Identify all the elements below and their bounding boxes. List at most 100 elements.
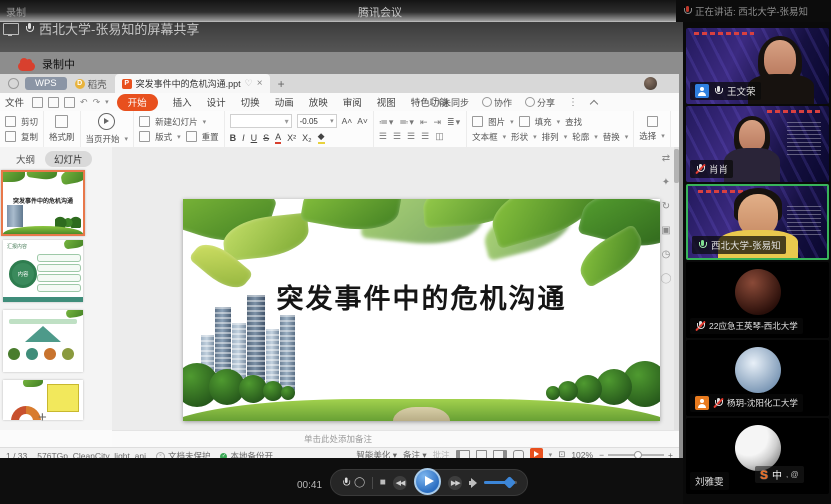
superscript-button[interactable]: X² [287,133,296,143]
add-slide-button[interactable]: + [38,409,47,426]
theme-icon[interactable] [513,450,524,459]
align-center-icon[interactable]: ☰ [393,131,402,142]
participant-tile-4[interactable]: 22应急王英琴-西北大学 [686,262,829,338]
window-menu-icon[interactable] [8,78,19,89]
file-menu[interactable]: 文件 [5,95,24,109]
wps-home-button[interactable]: WPS [25,77,67,90]
decrease-font-icon[interactable]: A˅ [357,116,368,126]
cut-button[interactable]: 剪切 [21,116,38,128]
tab-slideshow[interactable]: 放映 [309,95,328,109]
slideshow-play-button[interactable] [530,448,543,458]
refresh-icon[interactable]: ↻ [662,201,670,212]
play-button[interactable] [414,468,441,495]
picture-button[interactable]: 图片 [488,116,505,128]
zoom-out-icon[interactable]: − [599,450,604,459]
canvas-scrollbar[interactable] [674,147,679,430]
tab-transition[interactable]: 切换 [241,95,260,109]
backup-status[interactable]: ✓本地备份开 [220,450,273,458]
notes-button[interactable]: 备注 ▾ [403,449,427,459]
favorite-icon[interactable]: ♡ [245,78,253,89]
indent-decrease-icon[interactable]: ⇤ [420,117,429,128]
slide-sorter-icon[interactable] [476,450,487,459]
share-button[interactable]: 分享 [525,96,555,109]
notes-bar[interactable]: 单击此处添加备注 [112,430,679,447]
zoom-in-icon[interactable]: + [668,450,673,459]
tab-design[interactable]: 设计 [207,95,226,109]
sync-status[interactable]: 未同步 [430,96,469,109]
insert-image-icon[interactable]: ▣ [661,225,670,236]
strikethrough-button[interactable]: S [263,133,269,143]
italic-button[interactable]: I [242,133,245,143]
zoom-slider[interactable]: − + [599,450,673,459]
bullet-list-icon[interactable]: ≔▾ [379,117,395,128]
format-painter-button[interactable]: 格式刷 [49,131,75,143]
volume-knob[interactable] [503,476,516,489]
play-slideshow-icon[interactable] [98,113,115,130]
fill-icon[interactable] [519,116,530,127]
select-icon[interactable] [647,116,658,127]
copy-button[interactable]: 复制 [21,131,38,143]
layout-icon[interactable] [139,131,150,142]
undo-icon[interactable]: ↶ [80,97,88,108]
font-size-select[interactable]: -0.05▾ [297,114,337,128]
justify-icon[interactable]: ☰ [421,131,430,142]
align-right-icon[interactable]: ☰ [407,131,416,142]
normal-view-icon[interactable] [456,450,470,459]
slide-thumbnail-1[interactable]: 突发事件中的危机沟通 [1,170,85,236]
font-name-select[interactable]: ▾ [230,114,292,128]
quick-access-dropdown-icon[interactable]: ▾ [105,98,109,106]
participant-tile-5[interactable]: 杨玥-沈阳化工大学 [686,340,829,416]
comment-icon[interactable]: ◯ [660,273,671,284]
participant-tile-1[interactable]: 王文荣 [686,28,829,104]
comments-button[interactable]: 批注 [433,449,450,459]
docer-tab[interactable]: D 稻壳 [75,77,107,91]
stop-button[interactable]: ■ [380,478,386,488]
participant-tile-3[interactable]: 西北大学-张易知 [686,184,829,260]
shape-outline-button[interactable]: 轮廓 [572,131,589,143]
arrange-button[interactable]: 排列 [542,131,559,143]
indent-increase-icon[interactable]: ⇥ [434,117,443,128]
format-painter-icon[interactable] [55,115,68,128]
save-icon[interactable] [32,97,43,108]
beautify-button[interactable]: 智能美化 ▾ [356,449,397,459]
tab-view[interactable]: 视图 [377,95,396,109]
play-from-current-button[interactable]: 当页开始▾ [86,133,129,145]
fill-button[interactable]: 填充 [535,116,552,128]
protection-status[interactable]: ×文档未保护 [156,450,211,458]
cut-icon[interactable] [5,116,16,127]
shape-button[interactable]: 形状 [511,131,528,143]
new-slide-icon[interactable] [139,116,150,127]
play-options-icon[interactable]: ▾ [549,451,553,459]
history-icon[interactable]: ◷ [662,249,671,260]
tab-home[interactable]: 开始 [117,94,158,111]
align-left-icon[interactable]: ☰ [379,131,388,142]
underline-button[interactable]: U [251,133,258,143]
slide-thumbnail-3[interactable] [3,310,83,372]
fit-window-icon[interactable]: ⊡ [558,449,565,458]
record-loop-icon[interactable]: ◯ [354,478,365,488]
close-tab-icon[interactable]: × [257,78,263,89]
picture-icon[interactable] [472,116,483,127]
find-button[interactable]: 查找 [565,116,582,128]
player-mic-icon[interactable] [341,478,346,488]
collaborate-button[interactable]: 协作 [482,96,512,109]
subscript-button[interactable]: X₂ [302,133,312,143]
more-options-icon[interactable]: ⋮ [568,97,578,108]
redo-icon[interactable]: ↷ [93,97,101,108]
zoom-knob[interactable] [634,451,642,459]
zoom-level[interactable]: 102% [571,450,593,459]
volume-slider[interactable] [484,481,517,484]
select-button[interactable]: 选择▾ [639,130,665,142]
user-avatar[interactable] [644,77,657,90]
reset-button[interactable]: 重置 [202,131,219,143]
replace-button[interactable]: 替换 [603,131,620,143]
ime-indicator[interactable]: S 中 , @ [755,466,804,483]
rewind-button[interactable]: ◀◀ [393,476,407,490]
highlight-button[interactable]: ◆ [318,131,325,144]
new-tab-button[interactable]: + [278,77,285,91]
tab-insert[interactable]: 插入 [173,95,192,109]
line-spacing-icon[interactable]: ≣▾ [447,117,461,128]
increase-font-icon[interactable]: A˄ [342,116,353,126]
reading-view-icon[interactable] [493,450,507,459]
preview-icon[interactable] [64,97,75,108]
